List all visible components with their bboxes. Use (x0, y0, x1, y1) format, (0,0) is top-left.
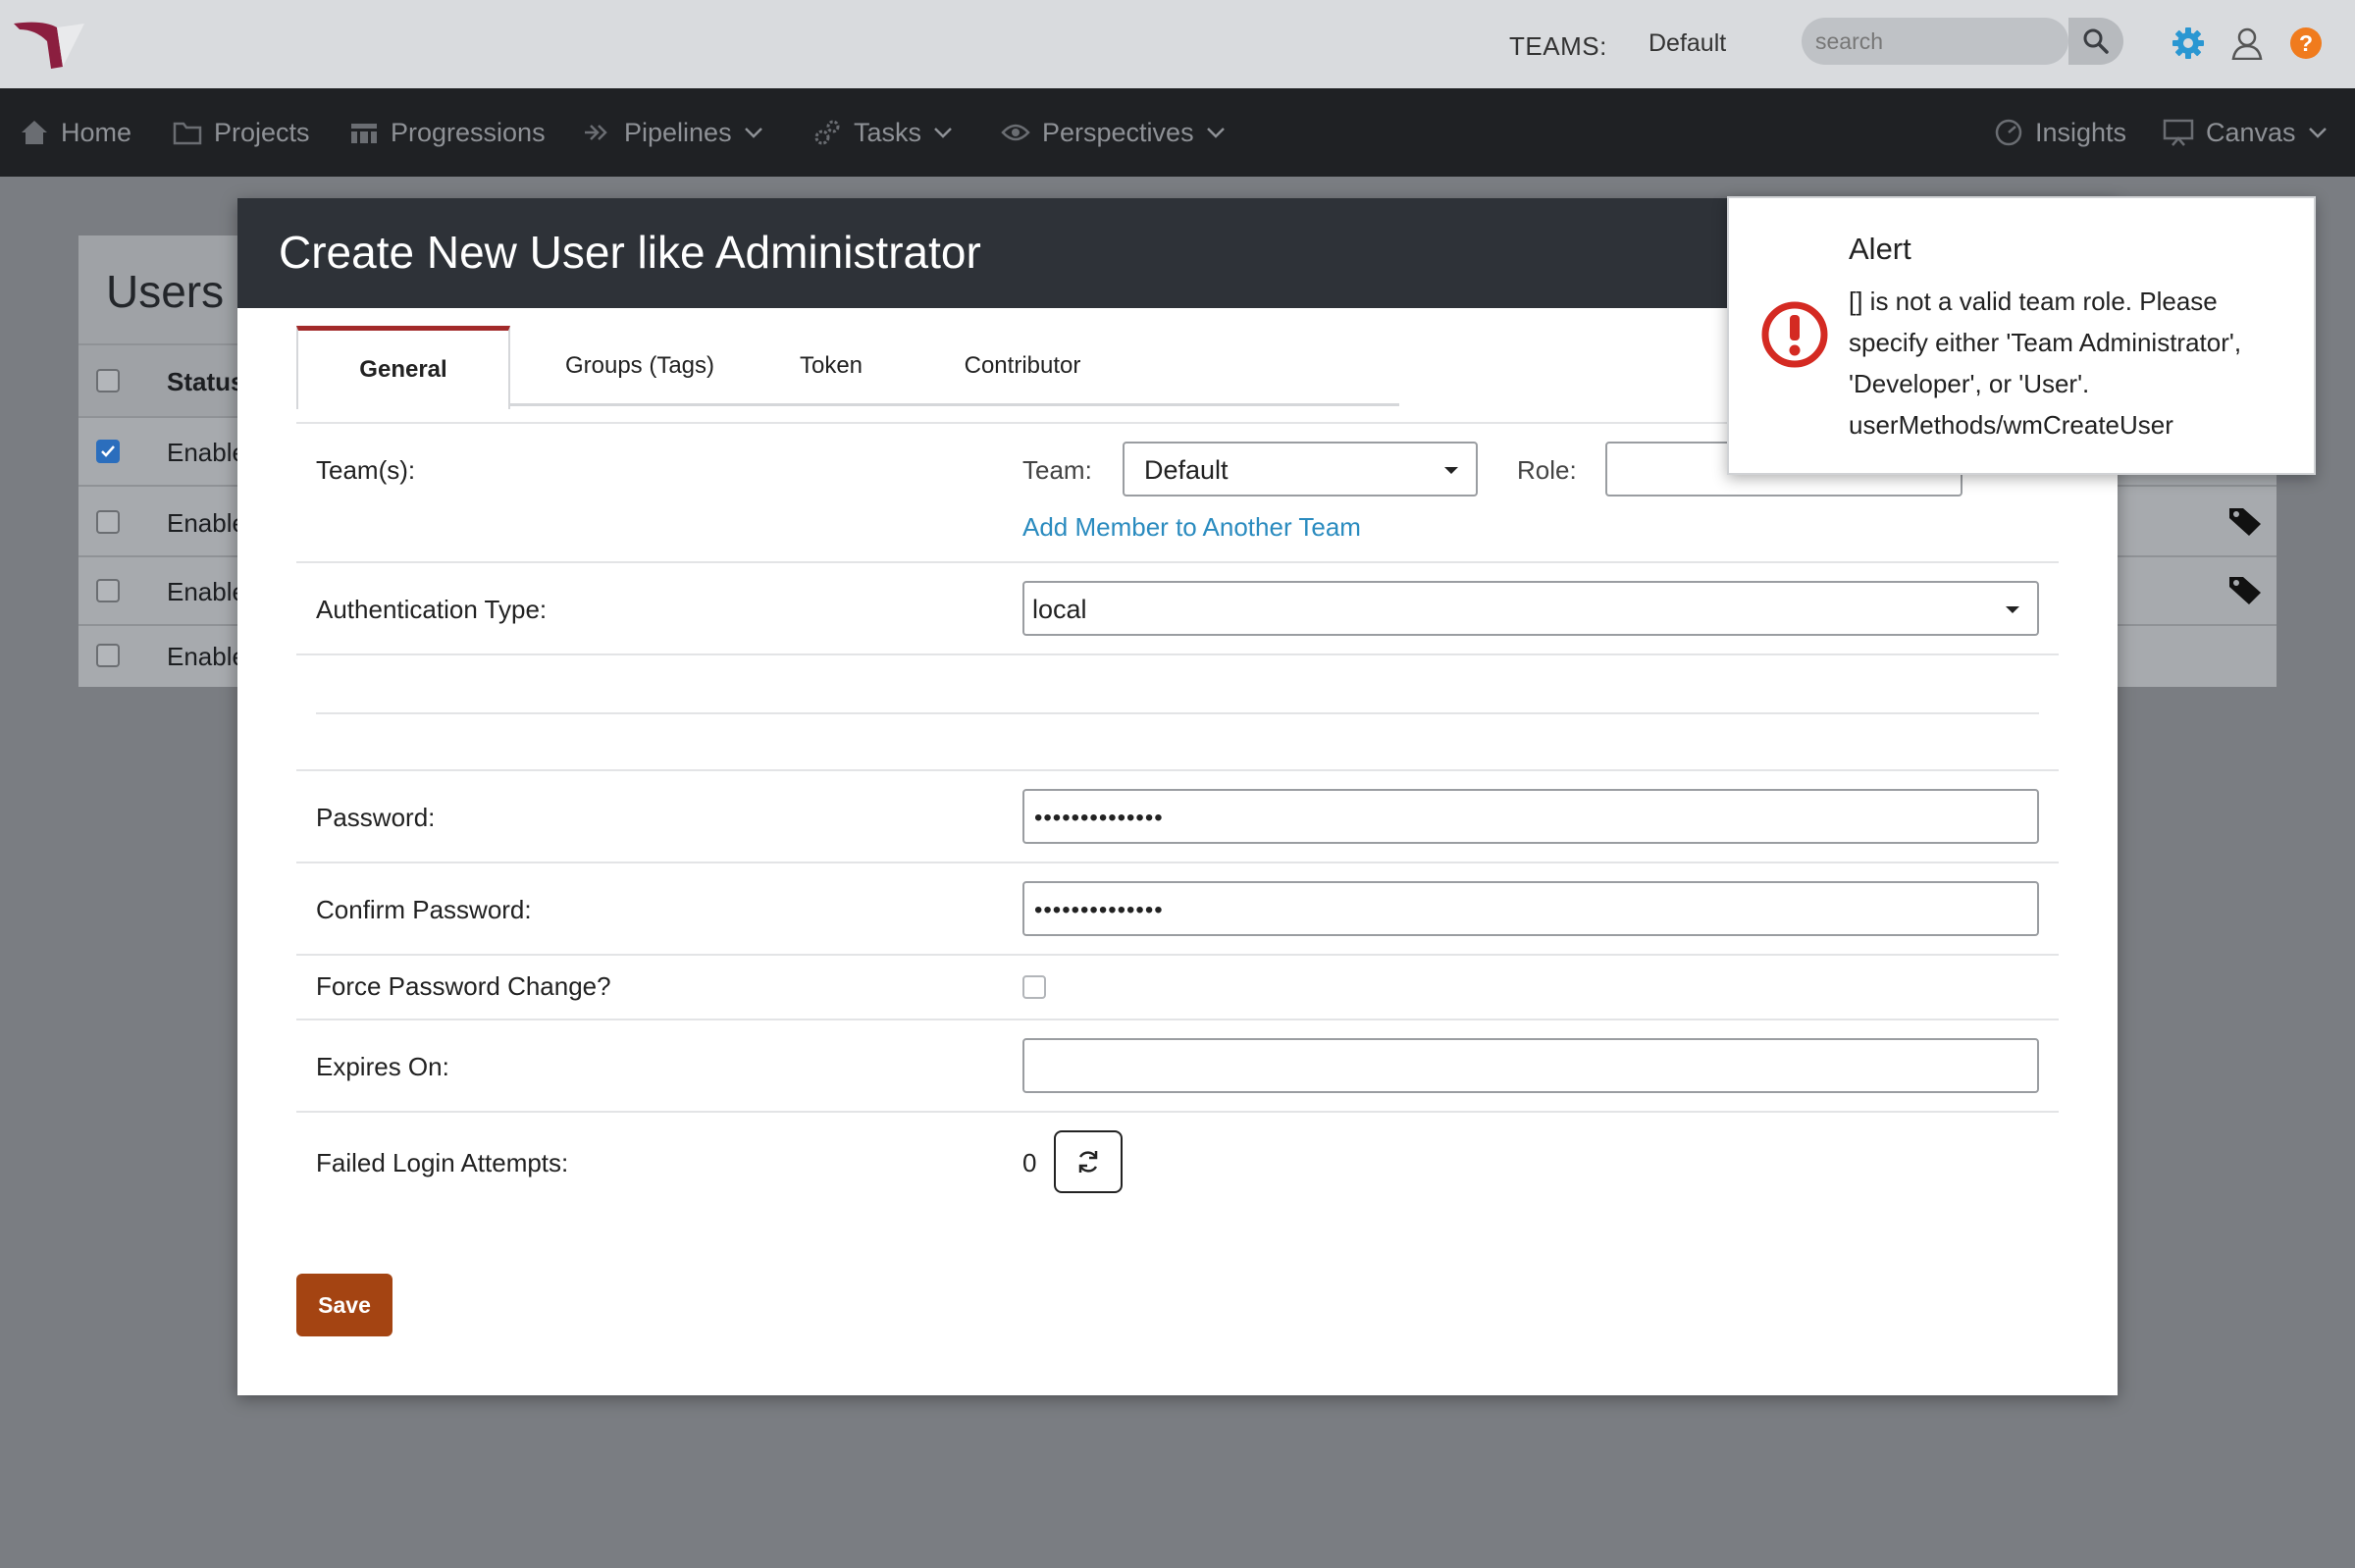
role-label: Role: (1517, 455, 1577, 485)
help-button[interactable]: ? (2288, 26, 2324, 61)
tab-token[interactable]: Token (758, 326, 905, 406)
user-icon (2231, 27, 2263, 60)
chevron-down-icon (1206, 128, 1225, 138)
auth-type-label: Authentication Type: (316, 595, 548, 624)
tab-contributor[interactable]: Contributor (924, 326, 1121, 406)
gear-icon (2172, 27, 2204, 59)
row-checkbox[interactable] (96, 579, 120, 602)
tags-icon[interactable] (2227, 573, 2265, 606)
divider (296, 1111, 2059, 1113)
failed-login-label: Failed Login Attempts: (316, 1148, 569, 1177)
tags-icon[interactable] (2227, 504, 2265, 538)
password-input[interactable]: •••••••••••••• (1022, 789, 2039, 844)
divider (296, 653, 2059, 655)
chevron-down-icon (934, 128, 952, 138)
team-label: Team: (1022, 455, 1092, 485)
gauge-icon (1995, 119, 2022, 146)
top-header: TEAMS: Default search ? (0, 0, 2355, 88)
force-password-label: Force Password Change? (316, 971, 611, 1001)
save-button[interactable]: Save (296, 1274, 392, 1336)
nav-pipelines-label: Pipelines (624, 117, 732, 147)
team-switcher[interactable]: Default (1648, 29, 1726, 58)
team-select-value: Default (1144, 455, 1229, 485)
tab-general[interactable]: General (296, 326, 510, 409)
confirm-password-input[interactable]: •••••••••••••• (1022, 881, 2039, 936)
divider (316, 712, 2039, 714)
nav-canvas-label: Canvas (2206, 117, 2296, 147)
svg-text:?: ? (2299, 30, 2313, 56)
divider (296, 1019, 2059, 1020)
home-icon (22, 121, 47, 144)
chevron-down-icon (2308, 128, 2327, 138)
confirm-password-label: Confirm Password: (316, 895, 532, 924)
modal-title: Create New User like Administrator (279, 227, 981, 278)
row-checkbox[interactable] (96, 440, 120, 463)
search-icon (2083, 28, 2109, 54)
nav-perspectives-label: Perspectives (1042, 117, 1194, 147)
checkmark-icon (101, 445, 115, 457)
main-nav: Home Projects Progressions Pipelines Tas… (0, 88, 2355, 177)
error-alert-icon (1761, 301, 1828, 368)
divider (296, 954, 2059, 956)
progressions-icon (351, 124, 377, 143)
reset-failed-logins-button[interactable] (1054, 1130, 1123, 1193)
confirm-password-value: •••••••••••••• (1034, 897, 1164, 923)
users-title: Users (106, 266, 225, 317)
gears-icon (814, 120, 840, 145)
nav-progressions-label: Progressions (391, 117, 546, 147)
nav-projects-label: Projects (214, 117, 310, 147)
nav-projects[interactable]: Projects (173, 88, 310, 177)
nav-pipelines[interactable]: Pipelines (583, 88, 763, 177)
team-select[interactable]: Default (1123, 442, 1478, 497)
easel-icon (2163, 119, 2194, 146)
eye-icon (1001, 124, 1030, 141)
nav-perspectives[interactable]: Perspectives (1001, 88, 1226, 177)
auth-type-value: local (1032, 595, 1087, 624)
row-checkbox[interactable] (96, 644, 120, 667)
alert-title: Alert (1849, 232, 1911, 266)
nav-tasks[interactable]: Tasks (812, 88, 953, 177)
divider (296, 862, 2059, 863)
divider (296, 769, 2059, 771)
search-box (1802, 18, 2068, 65)
row-checkbox[interactable] (96, 510, 120, 534)
failed-login-count: 0 (1022, 1148, 1037, 1177)
force-password-checkbox[interactable] (1022, 975, 1046, 999)
pipelines-icon (585, 125, 607, 140)
caret-down-icon (1444, 467, 1458, 474)
tab-groups[interactable]: Groups (Tags) (542, 326, 738, 406)
caret-down-icon (2006, 606, 2019, 613)
user-profile-button[interactable] (2229, 26, 2265, 61)
divider (296, 561, 2059, 563)
auth-type-select[interactable]: local (1022, 581, 2039, 636)
nav-tasks-label: Tasks (854, 117, 922, 147)
teams-label: TEAMS: (1509, 31, 1607, 61)
settings-button[interactable] (2171, 26, 2206, 61)
nav-progressions[interactable]: Progressions (349, 88, 546, 177)
alert-popup: Alert [] is not a valid team role. Pleas… (1727, 196, 2316, 475)
alert-message: [] is not a valid team role. Please spec… (1849, 287, 2242, 440)
nav-insights-label: Insights (2035, 117, 2127, 147)
modal-tabs: General Groups (Tags) Token Contributor (296, 326, 1399, 409)
add-member-link[interactable]: Add Member to Another Team (1022, 512, 1361, 543)
expires-on-label: Expires On: (316, 1052, 449, 1081)
select-all-checkbox[interactable] (96, 369, 120, 392)
expires-on-input[interactable] (1022, 1038, 2039, 1093)
status-column-header: Status (167, 367, 245, 396)
nav-insights[interactable]: Insights (1994, 88, 2126, 177)
nav-home[interactable]: Home (20, 88, 131, 177)
nav-canvas[interactable]: Canvas (2163, 88, 2328, 177)
teams-field-label: Team(s): (316, 455, 416, 485)
password-label: Password: (316, 803, 436, 832)
chevron-down-icon (744, 128, 762, 138)
refresh-icon (1078, 1151, 1098, 1173)
nav-home-label: Home (61, 117, 132, 147)
password-value: •••••••••••••• (1034, 805, 1164, 831)
logo-icon[interactable] (14, 20, 84, 71)
folder-icon (173, 122, 202, 145)
search-button[interactable] (2068, 18, 2123, 65)
search-input[interactable] (1802, 18, 2068, 65)
help-icon: ? (2290, 27, 2322, 59)
